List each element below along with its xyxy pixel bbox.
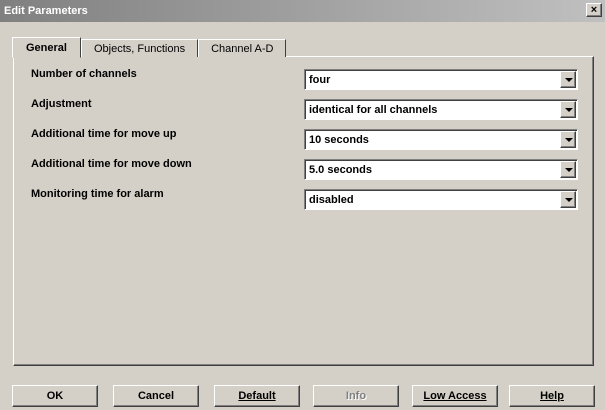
monitoring-time-select[interactable]: disabled bbox=[304, 189, 578, 210]
select-value: 10 seconds bbox=[309, 134, 369, 146]
title-bar: Edit Parameters × bbox=[0, 0, 605, 22]
close-button[interactable]: × bbox=[586, 3, 602, 17]
param-row-monitoring-time: Monitoring time for alarm disabled bbox=[14, 185, 593, 210]
ok-button-label: OK bbox=[46, 390, 64, 402]
tab-channel-a-d[interactable]: Channel A-D bbox=[198, 39, 287, 57]
low-access-button[interactable]: Low Access bbox=[412, 385, 498, 407]
param-label: Number of channels bbox=[31, 68, 137, 80]
info-button: Info bbox=[313, 385, 399, 407]
tab-general-label: General bbox=[26, 41, 67, 54]
window-title: Edit Parameters bbox=[4, 5, 88, 17]
param-label: Adjustment bbox=[31, 98, 92, 110]
close-icon: × bbox=[590, 3, 598, 16]
param-row-move-up: Additional time for move up 10 seconds bbox=[14, 125, 593, 150]
param-row-adjustment: Adjustment identical for all channels bbox=[14, 95, 593, 120]
select-value: four bbox=[309, 74, 331, 86]
param-label: Additional time for move up bbox=[31, 128, 177, 140]
general-tab-panel: Number of channels four Adjustment ident… bbox=[13, 56, 594, 366]
dropdown-arrow-icon[interactable] bbox=[560, 191, 576, 208]
default-button-label: Default bbox=[238, 390, 276, 402]
tab-strip: General Objects, Functions Channel A-D bbox=[12, 37, 287, 58]
select-value: 5.0 seconds bbox=[309, 164, 372, 176]
tab-general[interactable]: General bbox=[12, 37, 81, 58]
info-button-label: Info bbox=[345, 390, 367, 402]
low-access-button-label: Low Access bbox=[423, 390, 487, 402]
dropdown-arrow-icon[interactable] bbox=[560, 71, 576, 88]
dropdown-arrow-icon[interactable] bbox=[560, 131, 576, 148]
cancel-button[interactable]: Cancel bbox=[113, 385, 199, 407]
param-label: Monitoring time for alarm bbox=[31, 188, 164, 200]
tab-channel-a-d-label: Channel A-D bbox=[211, 42, 274, 55]
dropdown-arrow-icon[interactable] bbox=[560, 161, 576, 178]
param-row-move-down: Additional time for move down 5.0 second… bbox=[14, 155, 593, 180]
move-up-time-select[interactable]: 10 seconds bbox=[304, 129, 578, 150]
help-button[interactable]: Help bbox=[509, 385, 595, 407]
ok-button[interactable]: OK bbox=[12, 385, 98, 407]
move-down-time-select[interactable]: 5.0 seconds bbox=[304, 159, 578, 180]
param-label: Additional time for move down bbox=[31, 158, 192, 170]
default-button[interactable]: Default bbox=[214, 385, 300, 407]
help-button-label: Help bbox=[540, 390, 564, 402]
cancel-button-label: Cancel bbox=[137, 390, 175, 402]
button-bar: OK Cancel Default Info Low Access Help bbox=[12, 385, 595, 407]
tab-objects-functions-label: Objects, Functions bbox=[93, 42, 186, 55]
edit-parameters-dialog: Edit Parameters × General Objects, Funct… bbox=[0, 0, 605, 410]
dropdown-arrow-icon[interactable] bbox=[560, 101, 576, 118]
select-value: identical for all channels bbox=[309, 104, 438, 116]
number-of-channels-select[interactable]: four bbox=[304, 69, 578, 90]
param-row-number-of-channels: Number of channels four bbox=[14, 65, 593, 90]
select-value: disabled bbox=[309, 194, 354, 206]
tab-objects-functions[interactable]: Objects, Functions bbox=[80, 39, 199, 57]
adjustment-select[interactable]: identical for all channels bbox=[304, 99, 578, 120]
